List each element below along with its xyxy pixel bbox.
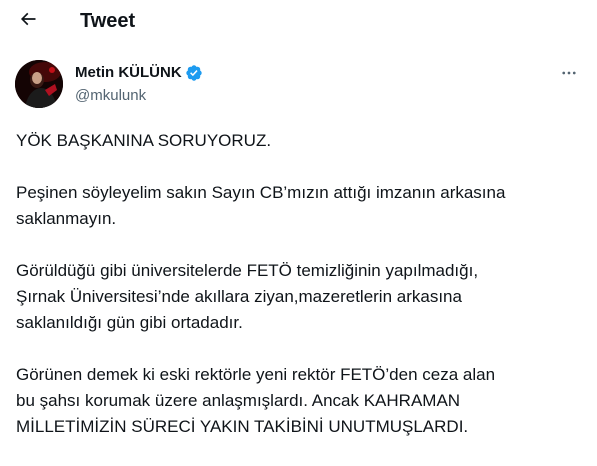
ellipsis-icon [560, 64, 578, 87]
page-title: Tweet [80, 10, 136, 32]
author-handle[interactable]: @mkulunk [75, 86, 146, 106]
tweet-paragraph: Peşinen söyleyelim sakın Sayın CB’mızın … [16, 183, 506, 228]
tweet-paragraph: Görünen demek ki eski rektörle yeni rekt… [16, 365, 496, 436]
tweet-text: YÖK BAŞKANINA SORUYORUZ. Peşinen söyleye… [16, 128, 581, 466]
tweet-paragraph: YÖK BAŞKANINA SORUYORUZ. [16, 131, 272, 150]
back-button[interactable] [10, 3, 46, 39]
avatar[interactable] [15, 60, 63, 108]
verified-badge-icon[interactable] [185, 64, 203, 82]
more-options-button[interactable] [552, 58, 586, 92]
tweet-paragraph: Görüldüğü gibi üniversitelerde FETÖ temi… [16, 261, 479, 332]
top-bar: Tweet [0, 0, 597, 44]
arrow-left-icon [18, 9, 38, 34]
author-display-name[interactable]: Metin KÜLÜNK [75, 63, 182, 83]
author-name-row: Metin KÜLÜNK [75, 62, 203, 84]
